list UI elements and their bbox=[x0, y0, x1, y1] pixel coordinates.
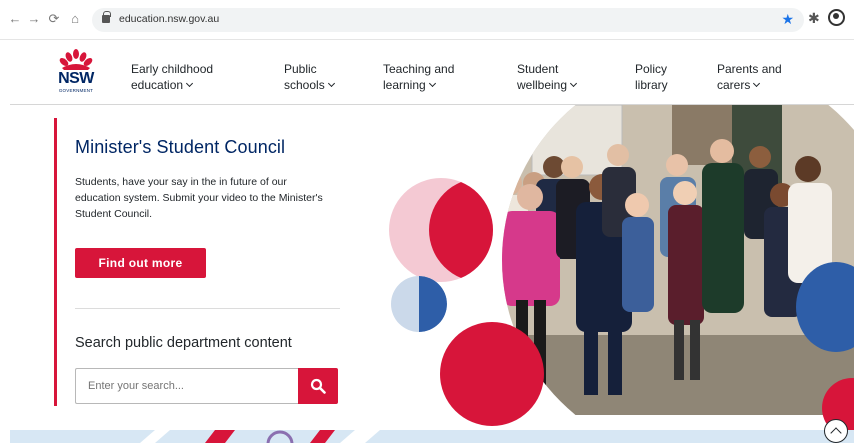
decorative-circle-red-bottom bbox=[440, 322, 544, 426]
chevron-down-icon bbox=[570, 79, 578, 88]
decorative-circle-blue bbox=[391, 276, 447, 332]
find-out-more-button[interactable]: Find out more bbox=[75, 248, 206, 278]
nav-parents-carers[interactable]: Parents and carers bbox=[717, 61, 782, 93]
hero-title: Minister's Student Council bbox=[75, 137, 286, 157]
nav-label-line1: Student bbox=[517, 62, 559, 76]
nav-label-line1: Policy bbox=[635, 62, 668, 76]
nav-label-line1: Parents and bbox=[717, 62, 782, 76]
waratah-icon bbox=[59, 49, 93, 70]
address-bar[interactable]: education.nsw.gov.au ★ bbox=[92, 8, 804, 32]
home-icon[interactable]: ⌂ bbox=[68, 12, 82, 26]
site-header: NSW GOVERNMENT Early childhood education… bbox=[10, 41, 854, 105]
nav-label-line2: learning bbox=[383, 78, 426, 92]
banner-graphic bbox=[140, 430, 380, 443]
nav-student-wellbeing[interactable]: Student wellbeing bbox=[517, 61, 578, 93]
reload-icon[interactable]: ⟳ bbox=[47, 12, 61, 26]
lock-icon bbox=[102, 11, 111, 23]
next-section-banner bbox=[10, 430, 854, 443]
forward-arrow-icon[interactable]: → bbox=[27, 12, 41, 26]
chevron-down-icon bbox=[428, 79, 436, 88]
nav-label-line2: library bbox=[635, 78, 668, 92]
back-arrow-icon[interactable]: ← bbox=[8, 12, 22, 26]
url-text: education.nsw.gov.au bbox=[119, 13, 220, 25]
logo-wordmark: NSW bbox=[58, 70, 94, 87]
search-input[interactable] bbox=[75, 368, 299, 404]
bookmark-star-icon[interactable]: ★ bbox=[781, 11, 794, 28]
nsw-government-logo[interactable]: NSW GOVERNMENT bbox=[54, 49, 98, 97]
section-divider bbox=[75, 308, 340, 309]
nav-public-schools[interactable]: Public schools bbox=[284, 61, 335, 93]
profile-avatar-icon[interactable] bbox=[828, 9, 845, 26]
nav-early-childhood[interactable]: Early childhood education bbox=[131, 61, 213, 93]
nav-label-line2: carers bbox=[717, 78, 751, 92]
hero-description: Students, have your say in the in future… bbox=[75, 176, 323, 220]
search-heading: Search public department content bbox=[75, 335, 292, 351]
nav-label-line2: education bbox=[131, 78, 184, 92]
search-button[interactable] bbox=[298, 368, 338, 404]
chevron-down-icon bbox=[327, 79, 335, 88]
hero-accent-bar bbox=[54, 118, 57, 406]
chevron-down-icon bbox=[753, 79, 761, 88]
nav-label-line2: schools bbox=[284, 78, 325, 92]
nav-label-line2: wellbeing bbox=[517, 78, 568, 92]
nav-label-line1: Early childhood bbox=[131, 62, 214, 76]
nav-label-line1: Public bbox=[284, 62, 317, 76]
chevron-down-icon bbox=[186, 79, 194, 88]
nav-policy-library[interactable]: Policy library bbox=[635, 61, 668, 93]
scroll-to-top-button[interactable] bbox=[824, 419, 848, 443]
search-icon bbox=[310, 378, 326, 394]
logo-subtitle: GOVERNMENT bbox=[58, 88, 94, 93]
nav-teaching-learning[interactable]: Teaching and learning bbox=[383, 61, 454, 93]
extensions-puzzle-icon[interactable]: ✱ bbox=[808, 10, 820, 27]
browser-toolbar: ← → ⟳ ⌂ education.nsw.gov.au ★ ✱ bbox=[0, 0, 854, 40]
nav-label-line1: Teaching and bbox=[383, 62, 455, 76]
